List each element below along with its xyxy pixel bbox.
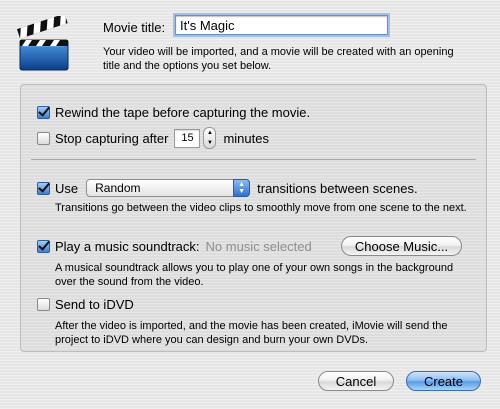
movie-title-label: Movie title: xyxy=(103,20,166,35)
create-button[interactable]: Create xyxy=(406,371,481,391)
idvd-option[interactable]: Send to iDVD xyxy=(37,297,134,312)
transition-select-value: Random xyxy=(95,181,141,195)
minutes-label: minutes xyxy=(223,130,269,146)
soundtrack-label: Play a music soundtrack: xyxy=(55,239,200,254)
transitions-label: transitions between scenes. xyxy=(257,180,418,196)
minutes-stepper[interactable]: ▲ ▼ xyxy=(203,127,217,149)
options-group: Rewind the tape before capturing the mov… xyxy=(20,84,487,352)
stop-capturing-checkbox[interactable] xyxy=(37,131,50,145)
intro-text: Your video will be imported, and a movie… xyxy=(103,46,454,72)
rewind-option[interactable]: Rewind the tape before capturing the mov… xyxy=(37,105,310,120)
stop-capturing-option[interactable]: Stop capturing after 15 ▲ ▼ minutes xyxy=(37,127,269,149)
idvd-label: Send to iDVD xyxy=(55,297,134,312)
divider xyxy=(31,159,476,160)
cancel-button[interactable]: Cancel xyxy=(318,371,394,391)
stepper-up-icon[interactable]: ▲ xyxy=(207,130,213,136)
stepper-down-icon[interactable]: ▼ xyxy=(207,140,213,146)
choose-music-button[interactable]: Choose Music... xyxy=(341,236,462,256)
select-arrows-icon: ▲ ▼ xyxy=(233,179,251,197)
rewind-checkbox[interactable] xyxy=(37,106,50,119)
minutes-field[interactable]: 15 xyxy=(174,128,201,148)
soundtrack-checkbox[interactable] xyxy=(37,240,50,253)
use-label: Use xyxy=(55,180,79,196)
clapperboard-icon xyxy=(14,13,76,74)
music-status: No music selected xyxy=(205,239,312,254)
movie-title-input[interactable] xyxy=(175,15,388,35)
idvd-checkbox[interactable] xyxy=(37,298,50,311)
idvd-description: After the video is imported, and the mov… xyxy=(55,320,448,346)
transitions-option[interactable]: Use Random ▲ ▼ transitions between scenes… xyxy=(37,179,418,197)
soundtrack-option[interactable]: Play a music soundtrack: No music select… xyxy=(37,239,312,254)
soundtrack-description: A musical soundtrack allows you to play … xyxy=(55,262,454,288)
transitions-checkbox[interactable] xyxy=(37,181,50,195)
transition-select[interactable]: Random ▲ ▼ xyxy=(86,179,251,197)
rewind-label: Rewind the tape before capturing the mov… xyxy=(55,105,311,120)
stop-capturing-label: Stop capturing after xyxy=(55,130,169,146)
transitions-description: Transitions go between the video clips t… xyxy=(55,202,467,214)
